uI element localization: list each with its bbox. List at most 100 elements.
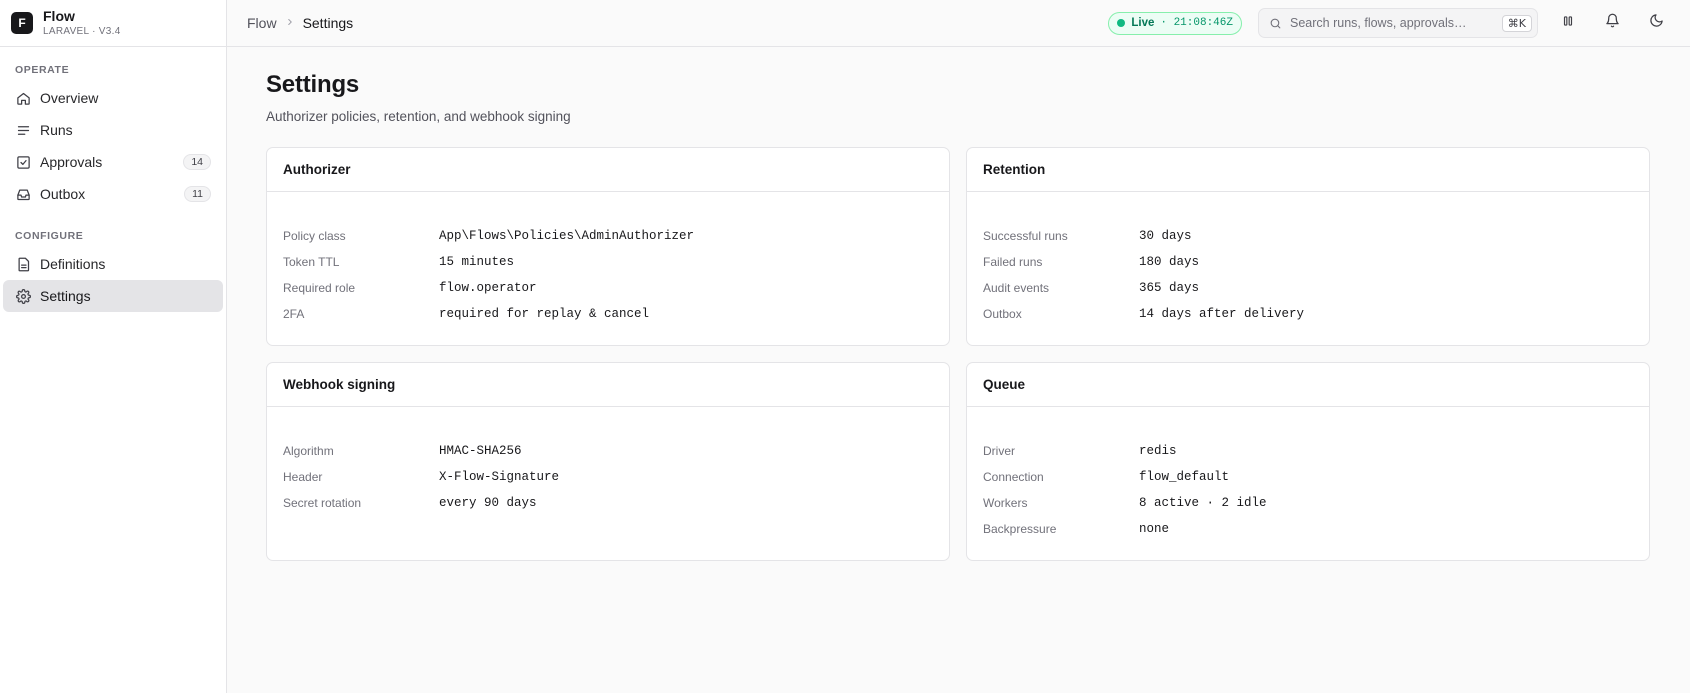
- page-content: Settings Authorizer policies, retention,…: [227, 47, 1690, 585]
- kv-key: Workers: [983, 496, 1028, 510]
- card-body: Algorithm HMAC-SHA256 Header X-Flow-Sign…: [267, 407, 949, 516]
- main-area: Flow Settings Live · 21:08:46Z ⌘K: [227, 0, 1690, 693]
- file-icon: [15, 256, 31, 272]
- kv-key: Token TTL: [283, 255, 340, 269]
- kv-key: Header: [283, 470, 323, 484]
- topbar-actions: Live · 21:08:46Z ⌘K: [1108, 8, 1670, 38]
- kv-key: Successful runs: [983, 229, 1068, 243]
- kv-row: Outbox 14 days after delivery: [983, 301, 1633, 327]
- sidebar-item-definitions[interactable]: Definitions: [3, 248, 223, 280]
- sidebar-item-overview[interactable]: Overview: [3, 82, 223, 114]
- breadcrumb: Flow Settings: [247, 15, 353, 31]
- brand-text: Flow LARAVEL · V3.4: [43, 8, 121, 38]
- card-title: Authorizer: [267, 148, 949, 192]
- kv-key: Driver: [983, 444, 1015, 458]
- kv-row: 2FA required for replay & cancel: [283, 301, 933, 327]
- page-title: Settings: [266, 71, 360, 98]
- pause-button[interactable]: [1554, 9, 1582, 37]
- card-body: Driver redis Connection flow_default Wor…: [967, 407, 1649, 542]
- search-icon: [1269, 17, 1282, 30]
- notifications-button[interactable]: [1598, 9, 1626, 37]
- sidebar-item-label: Approvals: [40, 154, 103, 170]
- sidebar-item-label: Runs: [40, 122, 73, 138]
- kv-value: HMAC-SHA256: [439, 444, 522, 458]
- live-dot-icon: [1117, 19, 1126, 27]
- kv-row: Driver redis: [983, 438, 1633, 464]
- card-body: Successful runs 30 days Failed runs 180 …: [967, 192, 1649, 327]
- kv-row: Header X-Flow-Signature: [283, 464, 933, 490]
- gear-icon: [15, 288, 31, 304]
- topbar: Flow Settings Live · 21:08:46Z ⌘K: [227, 0, 1690, 47]
- kv-row: Secret rotation every 90 days: [283, 490, 933, 516]
- sidebar-item-settings[interactable]: Settings: [3, 280, 223, 312]
- settings-grid: Authorizer Policy class App\Flows\Polici…: [266, 147, 1651, 561]
- kv-value: required for replay & cancel: [439, 307, 650, 321]
- inbox-icon: [15, 186, 31, 202]
- kv-key: Connection: [983, 470, 1044, 484]
- sidebar-item-approvals[interactable]: Approvals 14: [3, 146, 223, 178]
- kv-key: Algorithm: [283, 444, 334, 458]
- kv-row: Backpressure none: [983, 516, 1633, 542]
- bell-icon: [1605, 13, 1620, 33]
- check-square-icon: [15, 154, 31, 170]
- page-subtitle: Authorizer policies, retention, and webh…: [266, 109, 571, 124]
- search-box[interactable]: ⌘K: [1258, 8, 1538, 38]
- home-icon: [15, 90, 31, 106]
- live-label: Live: [1131, 17, 1155, 29]
- sidebar-item-label: Outbox: [40, 186, 86, 202]
- approvals-count-badge: 14: [183, 154, 211, 170]
- sidebar-item-label: Overview: [40, 90, 99, 106]
- kv-row: Required role flow.operator: [283, 275, 933, 301]
- kv-key: Policy class: [283, 229, 346, 243]
- kv-row: Audit events 365 days: [983, 275, 1633, 301]
- kv-value: 30 days: [1139, 229, 1192, 243]
- brand-version: LARAVEL · V3.4: [43, 26, 121, 38]
- kv-row: Algorithm HMAC-SHA256: [283, 438, 933, 464]
- sidebar: F Flow LARAVEL · V3.4 OPERATE Overview R…: [0, 0, 227, 693]
- kv-key: Backpressure: [983, 522, 1057, 536]
- breadcrumb-current: Settings: [302, 15, 354, 31]
- live-time: · 21:08:46Z: [1160, 17, 1233, 29]
- kv-value: every 90 days: [439, 496, 537, 510]
- kv-value: 8 active · 2 idle: [1139, 496, 1267, 510]
- kv-value: 14 days after delivery: [1139, 307, 1305, 321]
- kv-row: Policy class App\Flows\Policies\AdminAut…: [283, 223, 933, 249]
- kv-value: 15 minutes: [439, 255, 515, 269]
- kv-row: Token TTL 15 minutes: [283, 249, 933, 275]
- brand-logo: F: [11, 12, 33, 34]
- kv-value: 365 days: [1139, 281, 1200, 295]
- kv-key: Secret rotation: [283, 496, 362, 510]
- moon-icon: [1649, 13, 1664, 33]
- sidebar-item-label: Definitions: [40, 256, 106, 272]
- pause-icon: [1561, 14, 1575, 33]
- card-title: Webhook signing: [267, 363, 949, 407]
- app-root: F Flow LARAVEL · V3.4 OPERATE Overview R…: [0, 0, 1690, 693]
- kv-value: flow_default: [1139, 470, 1230, 484]
- brand[interactable]: F Flow LARAVEL · V3.4: [0, 0, 226, 47]
- card-title: Retention: [967, 148, 1649, 192]
- sidebar-item-runs[interactable]: Runs: [3, 114, 223, 146]
- breadcrumb-root-link[interactable]: Flow: [247, 15, 277, 31]
- card-title: Queue: [967, 363, 1649, 407]
- kv-key: Required role: [283, 281, 356, 295]
- search-input[interactable]: [1290, 16, 1494, 30]
- list-icon: [15, 122, 31, 138]
- webhook-signing-card: Webhook signing Algorithm HMAC-SHA256 He…: [266, 362, 950, 561]
- sidebar-item-outbox[interactable]: Outbox 11: [3, 178, 223, 210]
- chevron-right-icon: [285, 16, 295, 30]
- kv-row: Successful runs 30 days: [983, 223, 1633, 249]
- kv-value: App\Flows\Policies\AdminAuthorizer: [439, 229, 695, 243]
- kv-key: Audit events: [983, 281, 1050, 295]
- kv-value: X-Flow-Signature: [439, 470, 560, 484]
- authorizer-card: Authorizer Policy class App\Flows\Polici…: [266, 147, 950, 346]
- kv-key: 2FA: [283, 307, 305, 321]
- kv-key: Outbox: [983, 307, 1022, 321]
- sidebar-item-label: Settings: [40, 288, 91, 304]
- live-status-badge: Live · 21:08:46Z: [1108, 11, 1242, 35]
- theme-toggle-button[interactable]: [1642, 9, 1670, 37]
- kv-value: redis: [1139, 444, 1177, 458]
- kv-row: Connection flow_default: [983, 464, 1633, 490]
- kv-row: Failed runs 180 days: [983, 249, 1633, 275]
- kv-value: 180 days: [1139, 255, 1200, 269]
- kv-row: Workers 8 active · 2 idle: [983, 490, 1633, 516]
